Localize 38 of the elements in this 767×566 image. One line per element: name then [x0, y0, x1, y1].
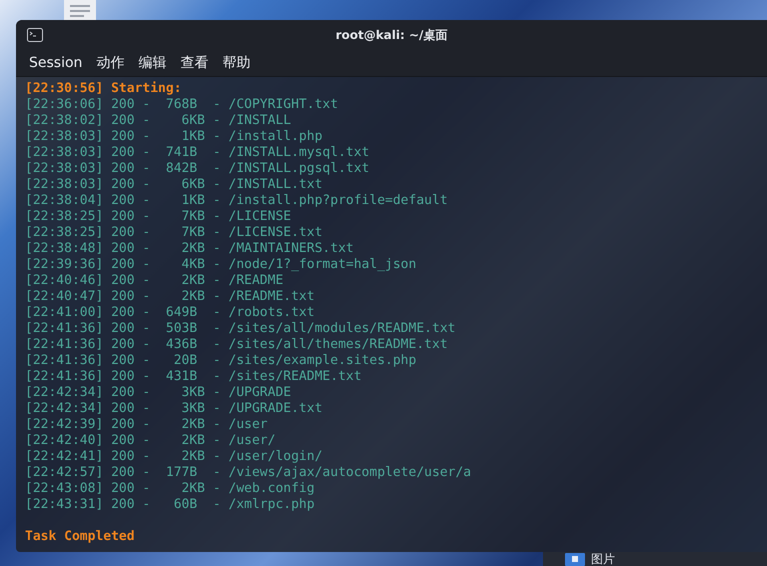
terminal-line: [22:42:34] 200 - 3KB - /UPGRADE [25, 385, 292, 401]
terminal-line: [22:41:36] 200 - 20B - /sites/example.sites.php [25, 353, 416, 369]
terminal-line: [22:38:03] 200 - 1KB - /install.php [25, 129, 322, 145]
terminal-line: [22:40:46] 200 - 2KB - /README [25, 273, 284, 289]
menu-item[interactable]: 查看 [175, 52, 214, 74]
terminal-line: [22:43:31] 200 - 60B - /xmlrpc.php [25, 497, 315, 513]
terminal-line: [22:42:41] 200 - 2KB - /user/login/ [25, 449, 322, 465]
terminal-line: [22:41:36] 200 - 436B - /sites/all/themes/README.txt [25, 337, 448, 353]
terminal-line: [22:38:02] 200 - 6KB - /INSTALL [25, 113, 292, 129]
terminal-line: [22:42:40] 200 - 2KB - /user/ [25, 433, 276, 449]
terminal-line: [22:41:00] 200 - 649B - /robots.txt [25, 305, 315, 321]
terminal-line: [22:43:08] 200 - 2KB - /web.config [25, 481, 315, 497]
menu-item[interactable]: 编辑 [133, 52, 172, 74]
terminal-line: [22:41:36] 200 - 503B - /sites/all/modules/README.txt [25, 321, 456, 337]
status-message: Task Completed [25, 529, 135, 545]
terminal-line: [22:42:34] 200 - 3KB - /UPGRADE.txt [25, 401, 322, 417]
picture-folder-icon [565, 552, 585, 566]
window-title: root@kali: ~/桌面 [336, 26, 448, 44]
terminal-line: [22:36:06] 200 - 768B - /COPYRIGHT.txt [25, 97, 338, 113]
terminal-line: [22:38:25] 200 - 7KB - /LICENSE.txt [25, 225, 322, 241]
sidebar-item[interactable]: 图片 [591, 552, 615, 566]
terminal-line: [22:38:48] 200 - 2KB - /MAINTAINERS.txt [25, 241, 354, 257]
terminal-line: [22:42:39] 200 - 2KB - /user [25, 417, 268, 433]
menu-item[interactable]: 帮助 [217, 52, 256, 74]
terminal-line: [22:38:25] 200 - 7KB - /LICENSE [25, 209, 292, 225]
terminal-line: [22:38:03] 200 - 6KB - /INSTALL.txt [25, 177, 322, 193]
terminal-line: [22:38:03] 200 - 741B - /INSTALL.mysql.txt [25, 145, 370, 161]
menu-item[interactable]: Session [24, 53, 88, 73]
terminal-line: [22:41:36] 200 - 431B - /sites/README.txt [25, 369, 362, 385]
terminal-line: [22:40:47] 200 - 2KB - /README.txt [25, 289, 315, 305]
terminal-line: [22:39:36] 200 - 4KB - /node/1?_format=hal_json [25, 257, 416, 273]
terminal-line: [22:42:57] 200 - 177B - /views/ajax/autocomplete/user/a [25, 465, 472, 481]
terminal-line: [22:38:04] 200 - 1KB - /install.php?profile=default [25, 193, 448, 209]
terminal-line: [22:38:03] 200 - 842B - /INSTALL.pgsql.txt [25, 161, 370, 177]
terminal-icon [27, 28, 43, 42]
menu-item[interactable]: 动作 [91, 52, 130, 74]
document-icon[interactable] [64, 0, 96, 20]
terminal-line: [22:30:56] Starting: [25, 81, 182, 97]
